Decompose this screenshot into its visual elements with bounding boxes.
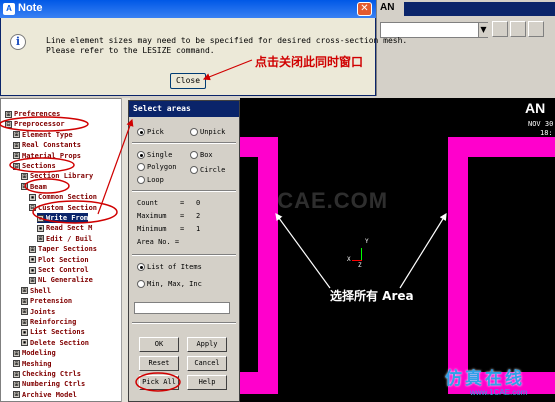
annotation-overlay bbox=[0, 59, 447, 392]
brand-watermark: 仿真在线 bbox=[445, 369, 525, 389]
arrow-to-close bbox=[202, 59, 253, 81]
arrow-to-select bbox=[97, 118, 134, 215]
circle-beam bbox=[24, 178, 70, 194]
circle-pick-all bbox=[135, 372, 181, 392]
arrow-left-area bbox=[275, 213, 331, 289]
arrow-right-area bbox=[399, 212, 447, 289]
circle-sections bbox=[9, 157, 75, 173]
circle-custom-section bbox=[32, 200, 118, 224]
brand-url: www.1CAE.com bbox=[470, 388, 528, 397]
circle-preprocessor bbox=[0, 116, 89, 132]
